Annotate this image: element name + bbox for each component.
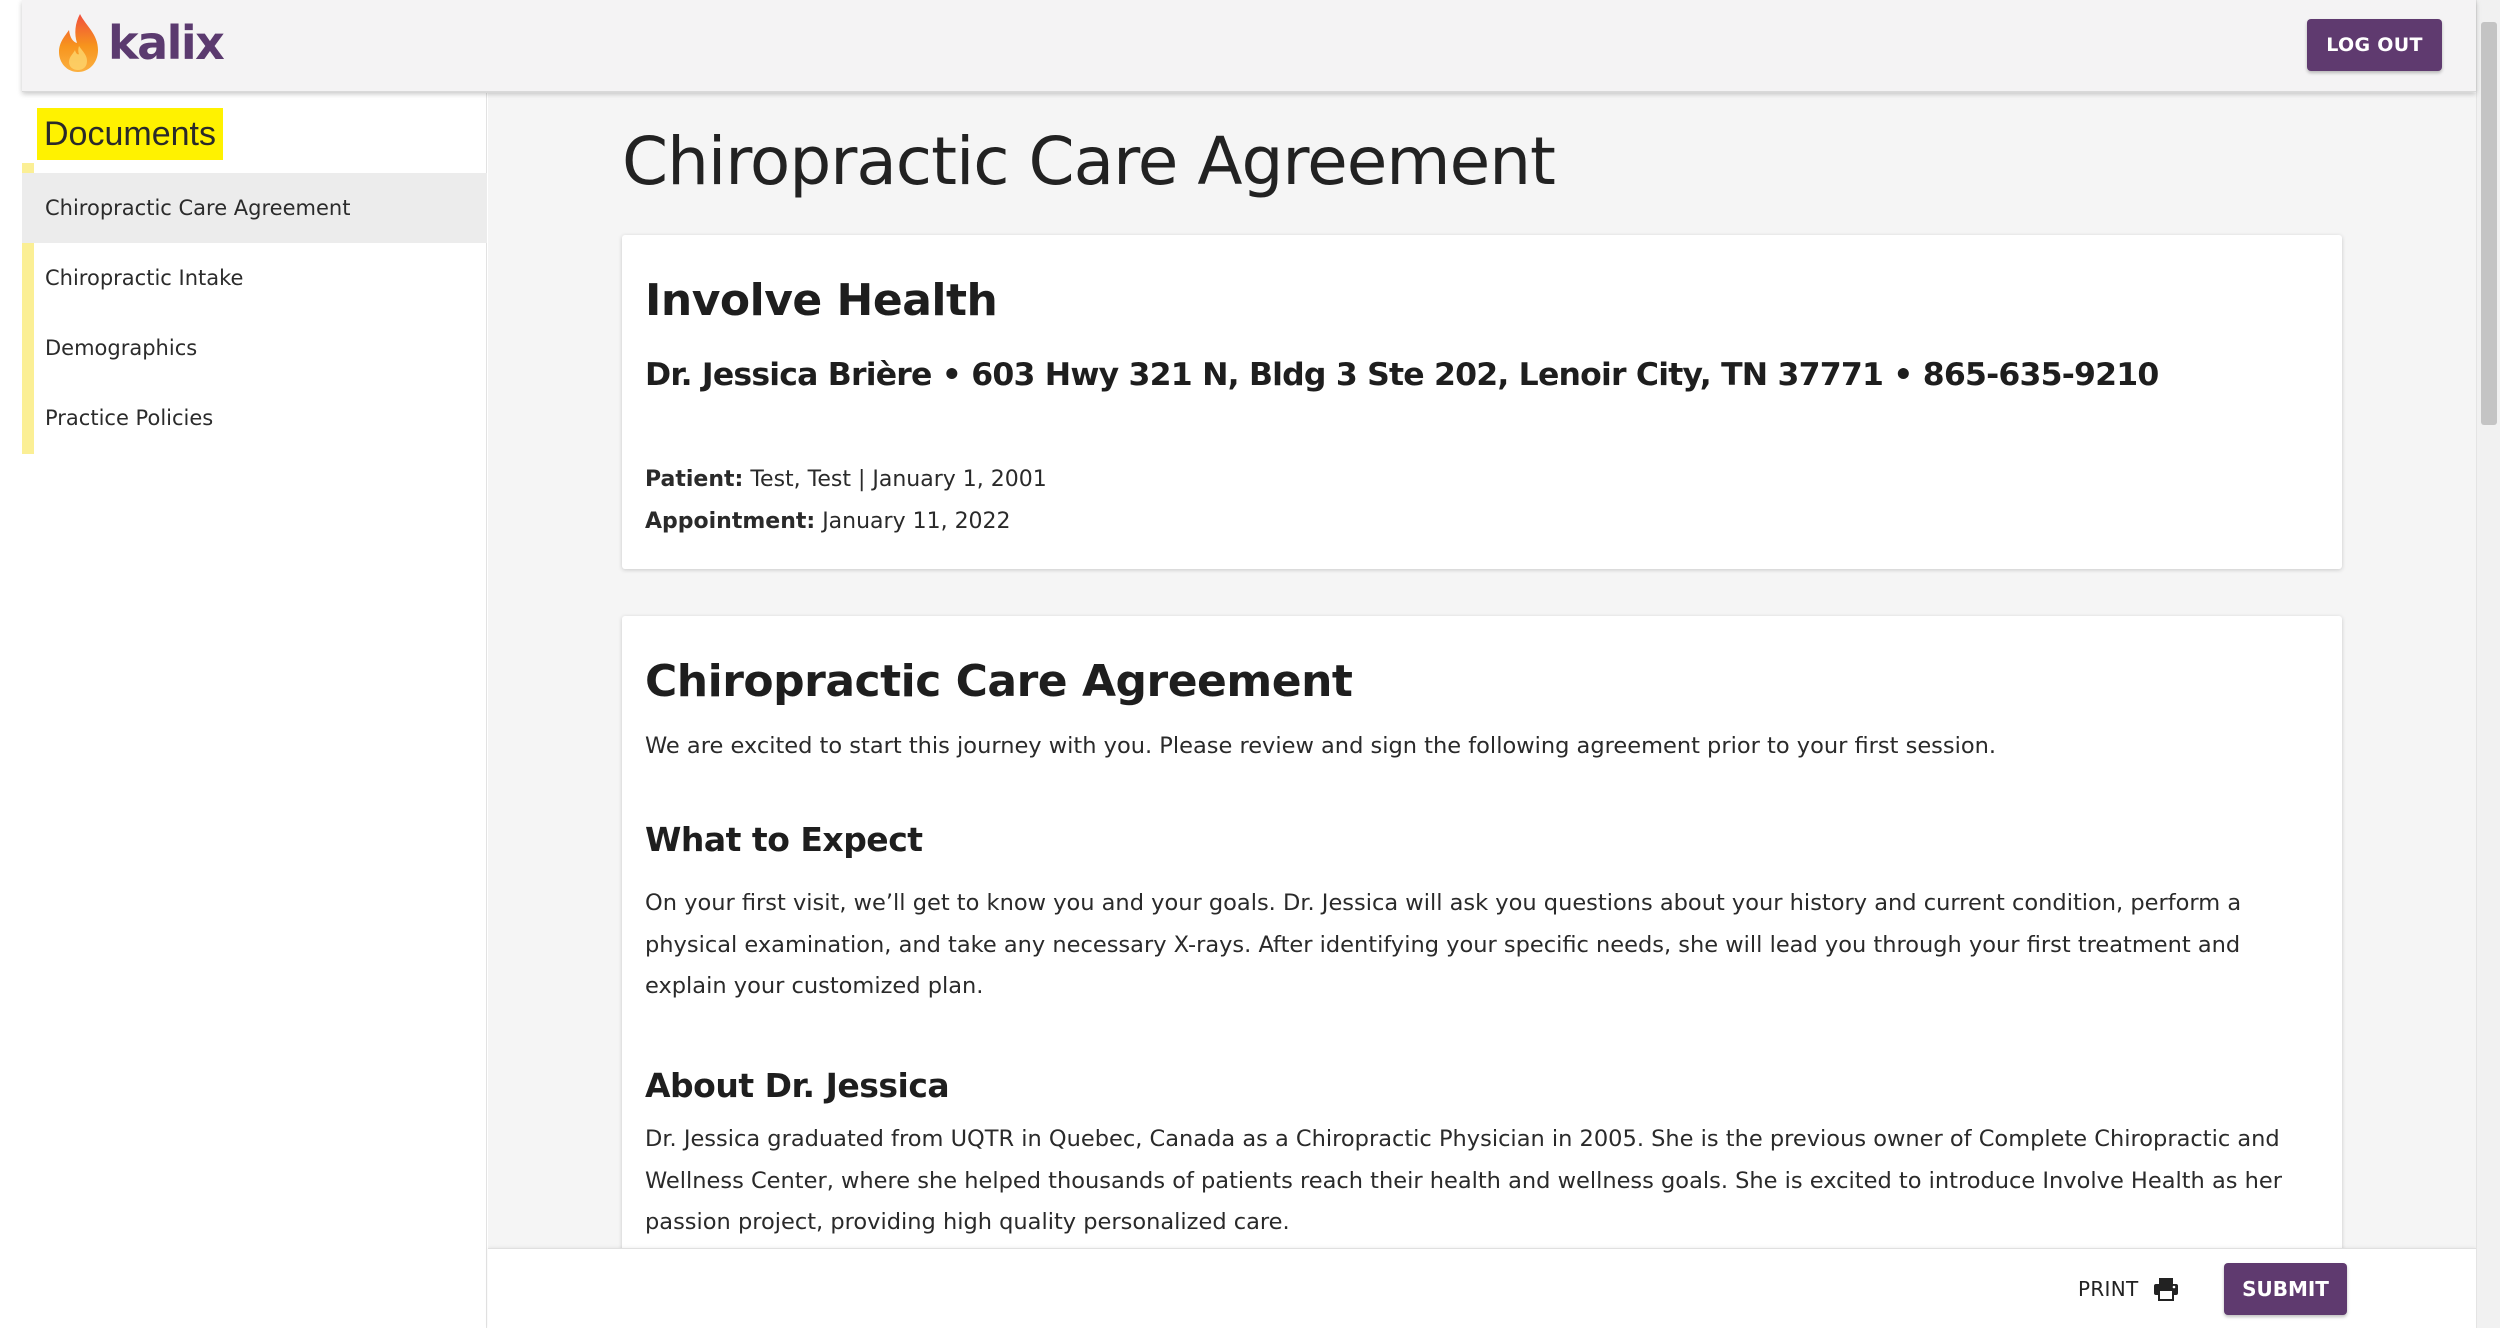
appointment-line: Appointment: January 11, 2022 [645, 509, 1011, 534]
practice-info-card: Involve Health Dr. Jessica Brière • 603 … [622, 235, 2342, 569]
scrollbar-thumb[interactable] [2481, 22, 2497, 425]
kalix-logo[interactable]: kalix [56, 12, 225, 74]
page-scrollbar[interactable] [2476, 0, 2500, 1328]
sidebar-item-demographics[interactable]: Demographics [22, 313, 487, 383]
logout-button[interactable]: LOG OUT [2307, 19, 2442, 71]
appointment-value: January 11, 2022 [822, 509, 1011, 534]
submit-button[interactable]: SUBMIT [2224, 1263, 2347, 1315]
sidebar-item-chiropractic-care-agreement[interactable]: Chiropractic Care Agreement [22, 173, 487, 243]
sidebar-item-chiropractic-intake[interactable]: Chiropractic Intake [22, 243, 487, 313]
patient-value: Test, Test | January 1, 2001 [750, 467, 1047, 492]
print-button[interactable]: PRINT [2078, 1269, 2179, 1309]
sidebar-title: Documents [37, 108, 223, 160]
top-header: kalix LOG OUT [22, 0, 2476, 92]
flame-icon [59, 14, 98, 72]
document-content[interactable]: Chiropractic Care Agreement Involve Heal… [488, 93, 2476, 1248]
section-text-what-to-expect: On your first visit, we’ll get to know y… [645, 890, 2242, 999]
sidebar-item-practice-policies[interactable]: Practice Policies [22, 383, 487, 453]
document-list: Chiropractic Care Agreement Chiropractic… [22, 173, 487, 453]
practice-name: Involve Health [645, 275, 998, 326]
agreement-title: Chiropractic Care Agreement [645, 656, 1353, 707]
agreement-card: Chiropractic Care Agreement We are excit… [622, 616, 2342, 1248]
print-label: PRINT [2078, 1277, 2139, 1301]
section-text-about-dr-jessica: Dr. Jessica graduated from UQTR in Quebe… [645, 1126, 2282, 1235]
documents-sidebar: Documents Chiropractic Care Agreement Ch… [22, 93, 487, 1328]
page-title: Chiropractic Care Agreement [622, 123, 1556, 200]
patient-label: Patient: [645, 467, 744, 492]
printer-icon [2153, 1278, 2178, 1301]
window-left-edge [0, 0, 22, 1328]
section-heading-about-dr-jessica: About Dr. Jessica [645, 1066, 950, 1105]
logo-wordmark: kalix [108, 16, 225, 70]
action-bar: PRINT SUBMIT [488, 1248, 2476, 1328]
section-heading-what-to-expect: What to Expect [645, 820, 923, 859]
appointment-label: Appointment: [645, 509, 816, 534]
practice-contact-info: Dr. Jessica Brière • 603 Hwy 321 N, Bldg… [645, 357, 2159, 393]
agreement-intro: We are excited to start this journey wit… [645, 733, 1997, 759]
patient-line: Patient: Test, Test | January 1, 2001 [645, 467, 1047, 492]
